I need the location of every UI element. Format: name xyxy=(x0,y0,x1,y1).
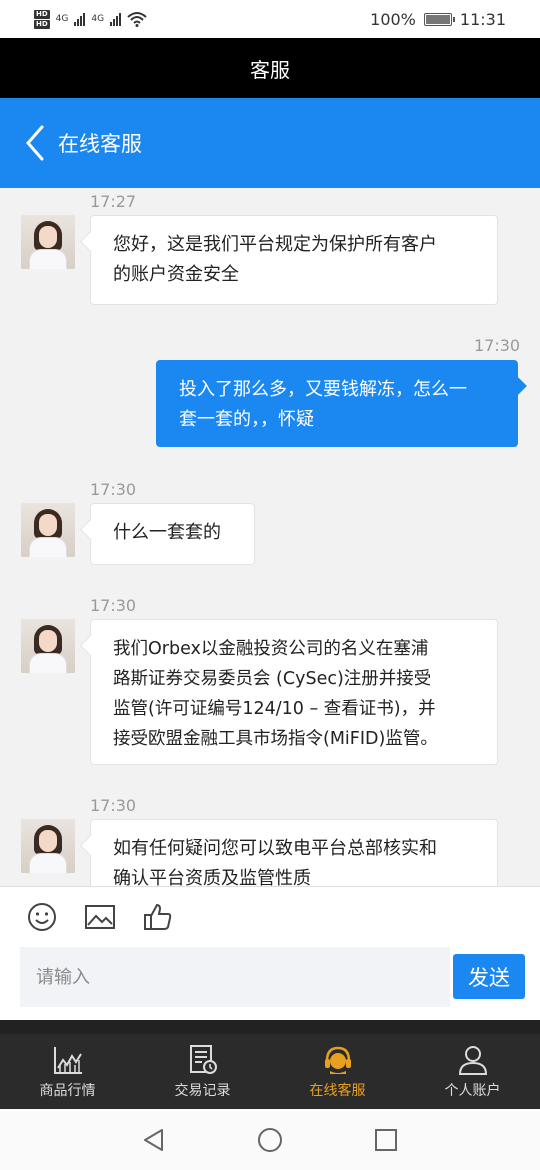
message-bubble: 什么一套套的 xyxy=(90,503,255,565)
system-nav-bar xyxy=(0,1109,540,1170)
thumbs-up-icon[interactable] xyxy=(142,901,174,933)
message-bubble: 您好，这是我们平台规定为保护所有客户 的账户资金安全 xyxy=(90,215,498,305)
clock: 11:31 xyxy=(459,9,506,29)
records-icon xyxy=(189,1044,217,1074)
status-left: HD HD 4G 4G xyxy=(34,9,147,29)
agent-avatar xyxy=(21,819,75,873)
tab-online-service[interactable]: 在线客服 xyxy=(270,1034,405,1109)
status-right: 100% 11:31 xyxy=(370,10,506,29)
user-icon xyxy=(458,1045,487,1075)
message-time: 17:30 xyxy=(90,796,137,815)
app-title-bar: 客服 xyxy=(0,38,540,98)
signal-icon-2 xyxy=(110,12,122,26)
back-arrow-icon[interactable] xyxy=(24,124,46,162)
bottom-tab-bar: 商品行情 交易记录 在线客服 个人账户 xyxy=(0,1034,540,1109)
message-bubble: 我们Orbex以金融投资公司的名义在塞浦 路斯证券交易委员会 (CySec)注册… xyxy=(90,619,498,765)
message-time: 17:30 xyxy=(90,480,137,499)
message-line: 如有任何疑问您可以致电平台总部核实和 xyxy=(113,838,437,859)
nav-header: 在线客服 xyxy=(0,98,540,188)
agent-avatar xyxy=(21,619,75,673)
agent-avatar xyxy=(21,503,75,557)
message-line: 接受欧盟金融工具市场指令(MiFID)监管。 xyxy=(113,729,438,749)
battery-icon xyxy=(423,12,455,26)
message-line: 的账户资金安全 xyxy=(113,264,239,285)
input-area xyxy=(0,886,540,1020)
nav-back-icon[interactable] xyxy=(141,1127,167,1153)
tab-records[interactable]: 交易记录 xyxy=(135,1034,270,1109)
divider xyxy=(0,1020,540,1034)
tab-label: 个人账户 xyxy=(444,1082,501,1099)
hd-indicator: HD HD xyxy=(34,9,50,29)
message-input[interactable] xyxy=(20,947,450,1007)
message-time: 17:30 xyxy=(90,596,137,615)
message-line: 我们Orbex以金融投资公司的名义在塞浦 xyxy=(113,639,429,659)
tab-market[interactable]: 商品行情 xyxy=(0,1034,135,1109)
nav-recents-icon[interactable] xyxy=(373,1127,399,1153)
page-title: 在线客服 xyxy=(58,132,142,156)
message-line: 路斯证券交易委员会 (CySec)注册并接受 xyxy=(113,669,432,689)
network-type-1: 4G xyxy=(55,14,69,24)
chart-icon xyxy=(53,1046,82,1074)
nav-home-icon[interactable] xyxy=(257,1127,283,1153)
agent-avatar xyxy=(21,215,75,269)
message-line: 监管(许可证编号124/10 – 查看证书)，并 xyxy=(113,699,436,719)
network-type-2: 4G xyxy=(91,14,105,24)
message-line: 确认平台资质及监管性质 xyxy=(113,868,311,886)
send-button[interactable]: 发送 xyxy=(453,954,525,999)
battery-percent: 100% xyxy=(370,9,416,29)
message-line: 套一套的，，怀疑 xyxy=(179,409,314,430)
message-line: 您好，这是我们平台规定为保护所有客户 xyxy=(113,234,437,255)
message-line: 什么一套套的 xyxy=(113,522,221,543)
message-line: 投入了那么多，又要钱解冻，怎么一 xyxy=(179,379,467,400)
status-bar: HD HD 4G 4G 100% 11:31 xyxy=(0,0,540,38)
app-title: 客服 xyxy=(250,57,290,82)
wifi-icon xyxy=(127,12,147,27)
message-time: 17:30 xyxy=(474,336,521,355)
user-message-bubble: 投入了那么多，又要钱解冻，怎么一 套一套的，，怀疑 xyxy=(156,360,518,447)
emoji-icon[interactable] xyxy=(26,901,58,933)
chat-area[interactable]: 17:27 您好，这是我们平台规定为保护所有客户 的账户资金安全 17:30 投… xyxy=(0,188,540,886)
tab-account[interactable]: 个人账户 xyxy=(405,1034,540,1109)
headset-icon xyxy=(324,1046,351,1074)
tab-label: 商品行情 xyxy=(39,1082,96,1099)
input-toolbar xyxy=(26,901,174,933)
tab-label: 交易记录 xyxy=(174,1082,231,1099)
image-icon[interactable] xyxy=(84,901,116,933)
tab-label: 在线客服 xyxy=(309,1082,366,1099)
message-bubble: 如有任何疑问您可以致电平台总部核实和 确认平台资质及监管性质 xyxy=(90,819,498,886)
signal-icon xyxy=(74,12,86,26)
message-time: 17:27 xyxy=(90,192,137,211)
